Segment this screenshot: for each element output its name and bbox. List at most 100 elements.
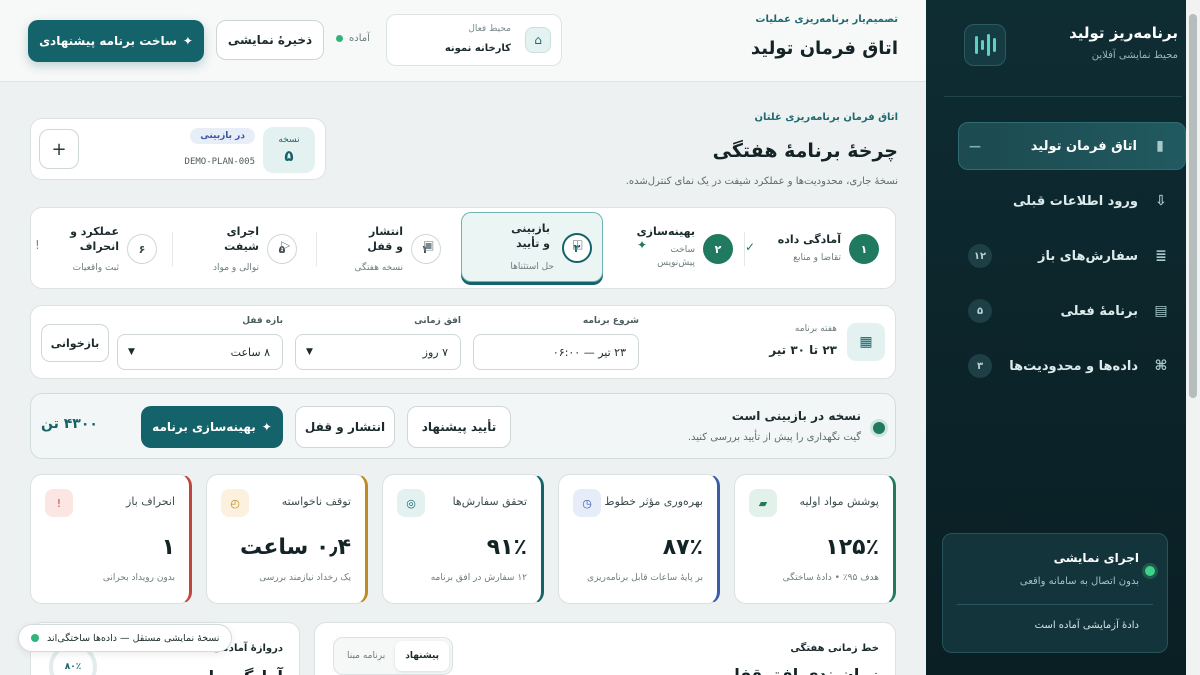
step-shift-execution[interactable]: ۵ اجرای شیفت توالی و مواد ▷ [175, 214, 309, 282]
sidebar-item-label: سفارش‌های باز [1037, 248, 1138, 264]
demo-footer: دادهٔ آزمایشی آماده است [1034, 620, 1139, 631]
demo-run-card: اجرای نمایشی بدون اتصال به سامانه واقعی … [942, 533, 1168, 653]
kpi-title: پوشش مواد اولیه [799, 495, 879, 508]
step-review-approve[interactable]: ۳ بازبینی و تأیید حل استثناها ◫ [461, 212, 603, 282]
demo-subtitle: بدون اتصال به سامانه واقعی [1019, 576, 1139, 587]
step-title: آمادگی داده [777, 233, 841, 246]
ready-dot-icon [336, 35, 343, 42]
workflow-steps: ۱ آمادگی داده تقاضا و منابع ✓ ۲ بهینه‌سا… [30, 207, 896, 289]
build-plan-label: ساخت برنامه پیشنهادی [39, 34, 177, 48]
step-divider [172, 232, 173, 266]
step-subtitle: نسخه هفتگی [354, 263, 403, 273]
step-title: انتشار و قفل [367, 225, 403, 253]
command-icon: ⌘ [1154, 358, 1168, 374]
sparkle-icon: ✦ [182, 34, 193, 48]
control-room-icon: ▮ [1156, 138, 1164, 154]
environment-value: کارخانه نمونه [444, 43, 511, 54]
environment-selector[interactable]: ⌂ محیط فعال کارخانه نمونه [386, 14, 562, 66]
step-title: عملکرد و انحراف [70, 225, 119, 253]
save-demo-button[interactable]: ذخیرهٔ نمایشی [216, 20, 324, 60]
kpi-value: ۸۷٪ [662, 535, 703, 560]
publish-lock-button[interactable]: انتشار و قفل [295, 406, 395, 448]
toast-text: نسخهٔ نمایشی مستقل — داده‌ها ساختگی‌اند [47, 632, 220, 644]
kpi-value: ۹۱٪ [486, 535, 527, 560]
kpi-unplanned-downtime: توقف ناخواسته ◴ ۰٫۴ ساعت یک رخداد نیازمن… [206, 474, 368, 604]
count-badge: ۵ [968, 299, 992, 323]
horizon-label: افق زمانی [414, 316, 461, 326]
step-subtitle: توالی و مواد [213, 263, 259, 273]
step-subtitle: حل استثناها [510, 262, 554, 272]
tonnage-value: ۴۳۰۰ تن [41, 416, 98, 432]
start-value: ۲۳ تیر — ۰۶:۰۰ [552, 345, 626, 359]
kpi-value: ۱ [161, 535, 175, 560]
lock-select[interactable]: ۸ ساعت ▼ [117, 334, 283, 370]
topbar-kicker: تصمیم‌یار برنامه‌ریزی عملیات [755, 14, 898, 25]
demo-divider [957, 604, 1153, 605]
toggle-baseline[interactable]: برنامه مبنا [337, 641, 395, 671]
sidebar-item-control-room[interactable]: ▮ اتاق فرمان تولید — [958, 122, 1186, 170]
status-badge: در بازبینی [190, 128, 255, 144]
add-version-button[interactable]: + [39, 129, 79, 169]
status-subtitle: گیت نگهداری را پیش از تأیید بررسی کنید. [687, 432, 861, 443]
version-box: نسخه ۵ [263, 127, 315, 173]
kpi-subtitle: یک رخداد نیازمند بررسی [259, 573, 351, 583]
ready-status: آماده [336, 33, 370, 44]
scrollbar-thumb[interactable] [1189, 14, 1197, 398]
chevron-down-icon: ▼ [306, 347, 313, 357]
review-icon: ◫ [572, 237, 584, 251]
active-indicator-icon: — [969, 139, 981, 153]
kpi-subtitle: هدف ۹۵٪ • دادهٔ ساختگی [782, 573, 879, 583]
step-optimization[interactable]: ۲ بهینه‌سازی ساخت پیش‌نویس ✦ [637, 214, 737, 282]
document-icon: ▤ [1154, 303, 1168, 319]
sidebar-item-current-plan[interactable]: ▤ برنامهٔ فعلی ۵ [958, 287, 1186, 335]
horizon-value: ۷ روز [422, 345, 448, 359]
kpi-title: تحقق سفارش‌ها [452, 495, 527, 508]
sparkle-icon: ✦ [637, 238, 648, 252]
sidebar-item-import[interactable]: ⇩ ورود اطلاعات قبلی [958, 177, 1186, 225]
step-publish-lock[interactable]: ۴ انتشار و قفل نسخه هفتگی ▣ [321, 214, 453, 282]
optimize-label: بهینه‌سازی برنامه [152, 420, 256, 434]
sidebar-divider [944, 96, 1182, 97]
ready-label: آماده [349, 33, 370, 44]
bars-logo-icon [964, 24, 1006, 66]
kpi-value: ۰٫۴ ساعت [240, 535, 351, 560]
check-icon: ✓ [745, 240, 756, 254]
alert-icon: ! [35, 238, 40, 252]
step-number: ۶ [127, 234, 157, 264]
kpi-value: ۱۲۵٪ [825, 535, 879, 560]
demo-toast: نسخهٔ نمایشی مستقل — داده‌ها ساختگی‌اند [18, 624, 233, 652]
step-title: بهینه‌سازی [636, 225, 695, 238]
kpi-order-fulfillment: تحقق سفارش‌ها ◎ ۹۱٪ ۱۲ سفارش در افق برنا… [382, 474, 544, 604]
week-label: هفته برنامه [794, 324, 837, 334]
status-dot-icon [1145, 566, 1155, 576]
timeline-heading: زمان‌بندی افق قفل [725, 665, 879, 675]
version-number: ۵ [284, 147, 294, 165]
reload-button[interactable]: بازخوانی [41, 324, 109, 362]
scrollbar[interactable] [1186, 0, 1200, 675]
step-subtitle: ساخت پیش‌نویس [657, 245, 695, 268]
version-label: نسخه [278, 135, 300, 145]
version-card: نسخه ۵ در بازبینی DEMO-PLAN-005 + [30, 118, 326, 180]
count-badge: ۱۲ [968, 244, 992, 268]
status-dot-icon [31, 634, 39, 642]
brand-subtitle: محیط نمایشی آفلاین [1091, 50, 1178, 61]
chevron-down-icon: ▼ [128, 347, 135, 357]
step-title: بازبینی و تأیید [511, 222, 550, 250]
step-performance-deviation[interactable]: ۶ عملکرد و انحراف ثبت واقعیات ! [35, 214, 165, 282]
list-icon: ≣ [1155, 248, 1167, 264]
sidebar-item-data-constraints[interactable]: ⌘ داده‌ها و محدودیت‌ها ۳ [958, 342, 1186, 390]
start-field[interactable]: ۲۳ تیر — ۰۶:۰۰ [473, 334, 639, 370]
horizon-select[interactable]: ۷ روز ▼ [295, 334, 461, 370]
demo-title: اجرای نمایشی [1053, 551, 1139, 565]
build-plan-button[interactable]: ✦ ساخت برنامه پیشنهادی [28, 20, 204, 62]
step-subtitle: تقاضا و منابع [793, 253, 841, 263]
toggle-proposal[interactable]: پیشنهاد [395, 641, 450, 671]
step-subtitle: ثبت واقعیات [72, 263, 119, 273]
kpi-subtitle: بر پایهٔ ساعات قابل برنامه‌ریزی [587, 573, 703, 583]
step-data-readiness[interactable]: ۱ آمادگی داده تقاضا و منابع ✓ [745, 214, 887, 282]
approve-button[interactable]: تأیید پیشنهاد [407, 406, 511, 448]
optimize-button[interactable]: ✦ بهینه‌سازی برنامه [141, 406, 283, 448]
sidebar-item-open-orders[interactable]: ≣ سفارش‌های باز ۱۲ [958, 232, 1186, 280]
plan-controls: ▦ هفته برنامه ۲۳ تا ۳۰ تیر شروع برنامه ۲… [30, 305, 896, 379]
sparkle-icon: ✦ [261, 420, 272, 434]
